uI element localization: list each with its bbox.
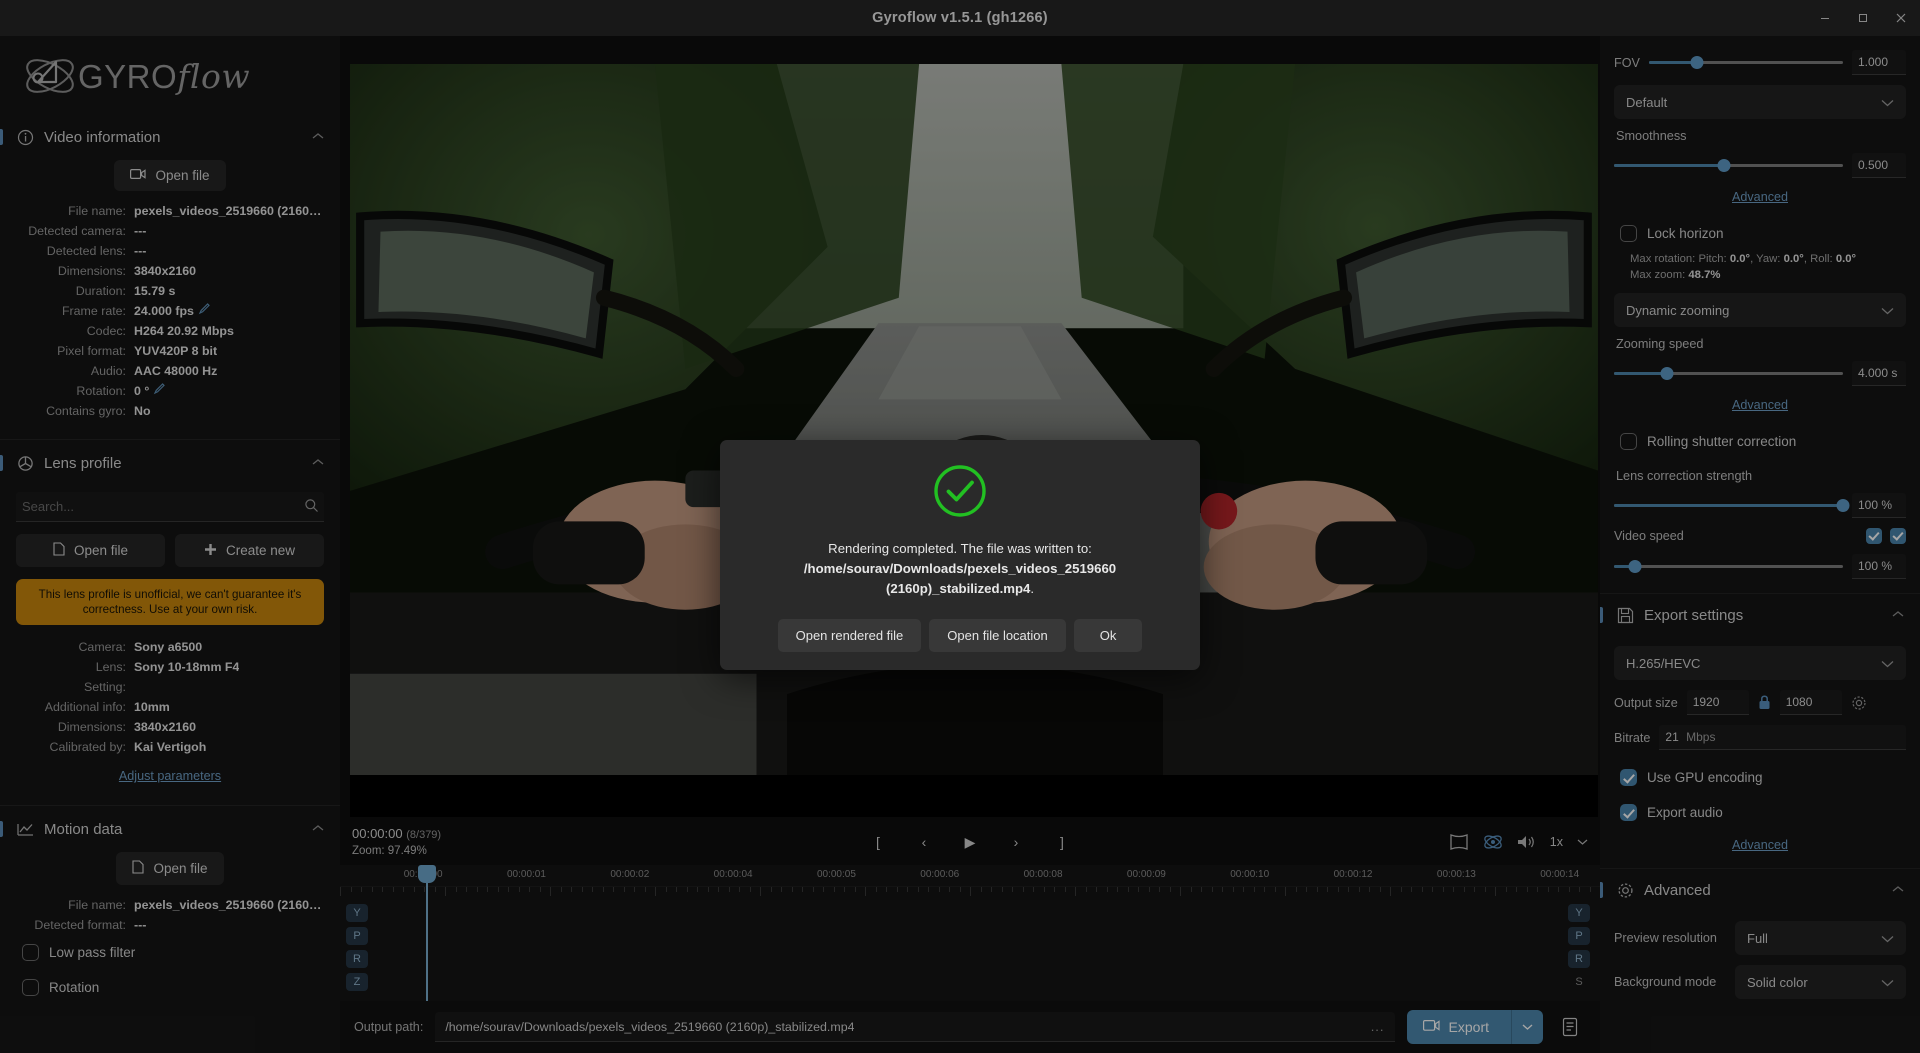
ok-button[interactable]: Ok [1074, 619, 1143, 652]
dialog-message-suffix: . [1030, 581, 1034, 596]
gyroflow-app: Gyroflow v1.5.1 (gh1266) [0, 0, 1920, 1053]
open-rendered-file-button[interactable]: Open rendered file [778, 619, 922, 652]
dialog-buttons: Open rendered file Open file location Ok [778, 619, 1143, 652]
dialog-message-path: /home/sourav/Downloads/pexels_videos_251… [804, 561, 1116, 596]
open-file-location-button[interactable]: Open file location [929, 619, 1065, 652]
success-check-icon [931, 462, 989, 525]
render-complete-dialog: Rendering completed. The file was writte… [720, 440, 1200, 670]
dialog-message: Rendering completed. The file was writte… [744, 539, 1176, 599]
dialog-message-line1: Rendering completed. The file was writte… [828, 541, 1092, 556]
